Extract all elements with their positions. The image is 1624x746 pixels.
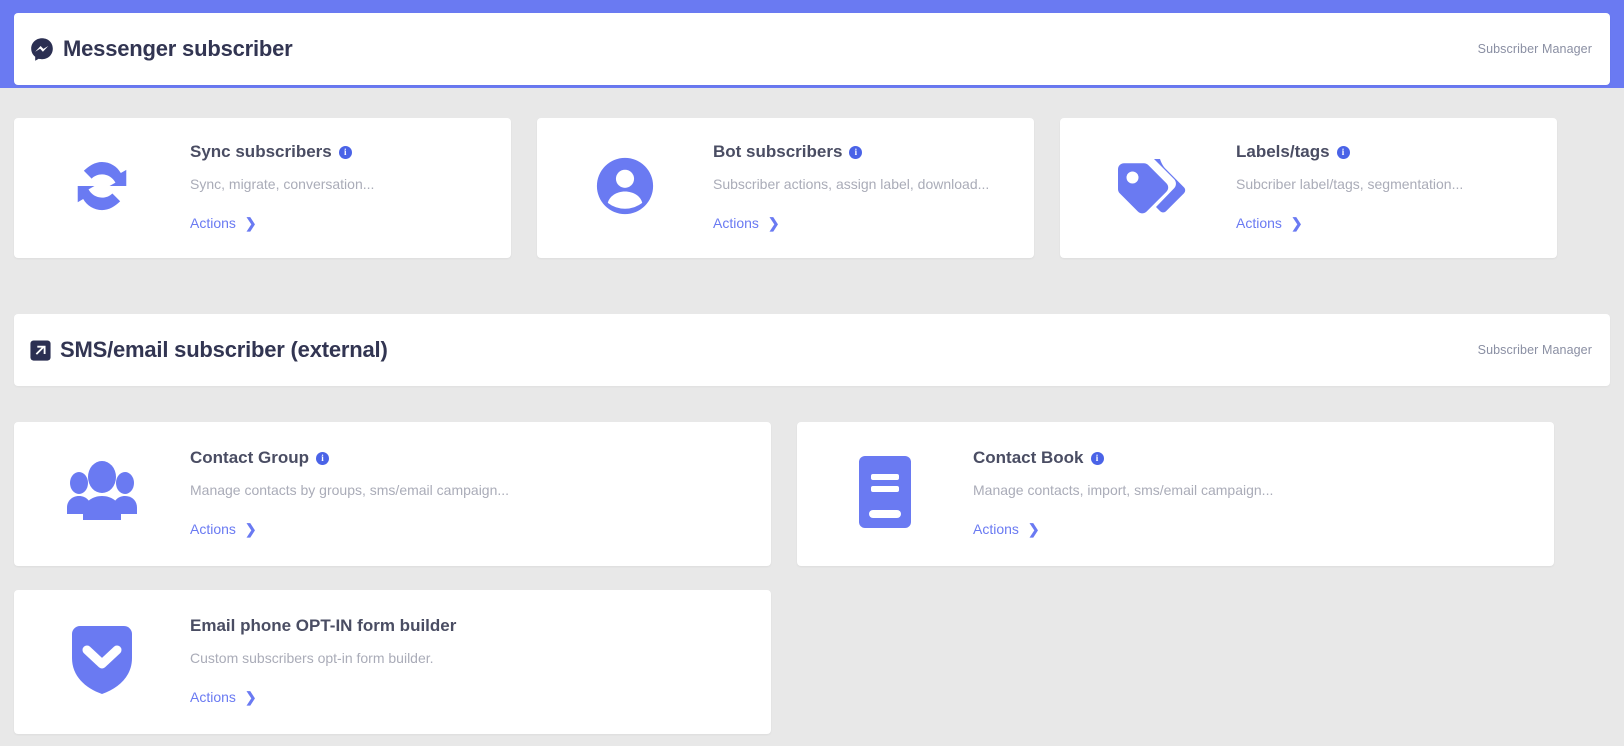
section-right-label[interactable]: Subscriber Manager: [1478, 343, 1592, 357]
section-right-label[interactable]: Subscriber Manager: [1478, 42, 1592, 56]
section-header-messenger-subscriber: Messenger subscriber Subscriber Manager: [14, 13, 1610, 85]
card-description: Custom subscribers opt-in form builder.: [190, 650, 434, 667]
card-icon-wrap: [14, 625, 190, 699]
actions-label: Actions: [973, 521, 1019, 538]
card-icon-wrap: [537, 157, 713, 220]
card-body: Labels/tags i Subcriber label/tags, segm…: [1236, 141, 1481, 233]
actions-label: Actions: [190, 215, 236, 232]
card-row-sms-email-1: Contact Group i Manage contacts by group…: [14, 422, 1610, 566]
card-description: Manage contacts, import, sms/email campa…: [973, 482, 1274, 499]
page-root: Messenger subscriber Subscriber Manager …: [0, 0, 1624, 734]
messenger-icon: [30, 37, 54, 61]
card-description: Manage contacts by groups, sms/email cam…: [190, 482, 510, 499]
card-icon-wrap: [14, 460, 190, 528]
card-description: Subcriber label/tags, segmentation...: [1236, 176, 1464, 193]
section-header-sms-email-subscriber: SMS/email subscriber (external) Subscrib…: [14, 314, 1610, 386]
card-title-row: Bot subscribers i: [713, 141, 989, 162]
shield-chevron-icon: [72, 625, 132, 699]
user-avatar-icon: [596, 157, 654, 220]
card-title-text: Contact Book: [973, 447, 1084, 467]
card-title-row: Sync subscribers i: [190, 141, 374, 162]
people-group-icon: [66, 460, 138, 528]
chevron-right-icon: ❯: [244, 689, 257, 706]
card-title-text: Labels/tags: [1236, 141, 1330, 161]
section-title-text: Messenger subscriber: [63, 36, 293, 61]
card-bot-subscribers[interactable]: Bot subscribers i Subscriber actions, as…: [537, 118, 1034, 258]
sync-icon: [67, 151, 137, 226]
card-icon-wrap: [1060, 153, 1236, 224]
card-description: Subscriber actions, assign label, downlo…: [713, 176, 990, 193]
section-title-group: Messenger subscriber: [30, 37, 293, 61]
section-title-group: SMS/email subscriber (external): [30, 339, 388, 361]
card-icon-wrap: [797, 455, 973, 533]
chevron-right-icon: ❯: [244, 215, 257, 232]
card-body: Sync subscribers i Sync, migrate, conver…: [190, 141, 392, 233]
section-title-text: SMS/email subscriber (external): [60, 337, 388, 362]
actions-link[interactable]: Actions ❯: [190, 521, 257, 537]
info-icon[interactable]: i: [1336, 145, 1350, 159]
chevron-right-icon: ❯: [1290, 215, 1303, 232]
actions-link[interactable]: Actions ❯: [1236, 215, 1303, 231]
card-title-row: Email phone OPT-IN form builder: [190, 615, 457, 636]
info-icon[interactable]: i: [316, 451, 329, 465]
card-body: Contact Book i Manage contacts, import, …: [973, 447, 1291, 539]
card-title-text: Email phone OPT-IN form builder: [190, 615, 457, 635]
card-icon-wrap: [14, 151, 190, 226]
card-title-text: Bot subscribers: [713, 141, 843, 161]
info-icon[interactable]: i: [849, 145, 863, 159]
card-sync-subscribers[interactable]: Sync subscribers i Sync, migrate, conver…: [14, 118, 511, 258]
card-title-text: Contact Group: [190, 447, 309, 467]
card-body: Bot subscribers i Subscriber actions, as…: [713, 141, 1007, 233]
card-contact-group[interactable]: Contact Group i Manage contacts by group…: [14, 422, 771, 566]
actions-label: Actions: [190, 689, 236, 706]
actions-label: Actions: [713, 215, 759, 232]
card-title-text: Sync subscribers: [190, 141, 332, 161]
card-contact-book[interactable]: Contact Book i Manage contacts, import, …: [797, 422, 1554, 566]
actions-label: Actions: [1236, 215, 1282, 232]
book-icon: [859, 455, 911, 533]
card-row-messenger: Sync subscribers i Sync, migrate, conver…: [14, 118, 1610, 258]
card-title-row: Contact Group i: [190, 447, 509, 468]
actions-link[interactable]: Actions ❯: [190, 215, 257, 231]
actions-link[interactable]: Actions ❯: [190, 689, 257, 705]
chevron-right-icon: ❯: [244, 521, 257, 538]
info-icon[interactable]: i: [338, 145, 352, 159]
actions-label: Actions: [190, 521, 236, 538]
card-labels-tags[interactable]: Labels/tags i Subcriber label/tags, segm…: [1060, 118, 1557, 258]
info-icon[interactable]: i: [1090, 451, 1104, 465]
card-title-row: Labels/tags i: [1236, 141, 1463, 162]
card-description: Sync, migrate, conversation...: [190, 176, 375, 193]
external-link-icon: [30, 339, 51, 361]
card-email-phone-optin-form-builder[interactable]: Email phone OPT-IN form builder Custom s…: [14, 590, 771, 734]
card-body: Email phone OPT-IN form builder Custom s…: [190, 615, 474, 707]
chevron-right-icon: ❯: [767, 215, 780, 232]
tags-icon: [1110, 153, 1186, 224]
actions-link[interactable]: Actions ❯: [713, 215, 780, 231]
card-row-sms-email-2: Email phone OPT-IN form builder Custom s…: [14, 590, 1610, 734]
card-body: Contact Group i Manage contacts by group…: [190, 447, 527, 539]
card-title-row: Contact Book i: [973, 447, 1273, 468]
chevron-right-icon: ❯: [1027, 521, 1040, 538]
actions-link[interactable]: Actions ❯: [973, 521, 1040, 537]
